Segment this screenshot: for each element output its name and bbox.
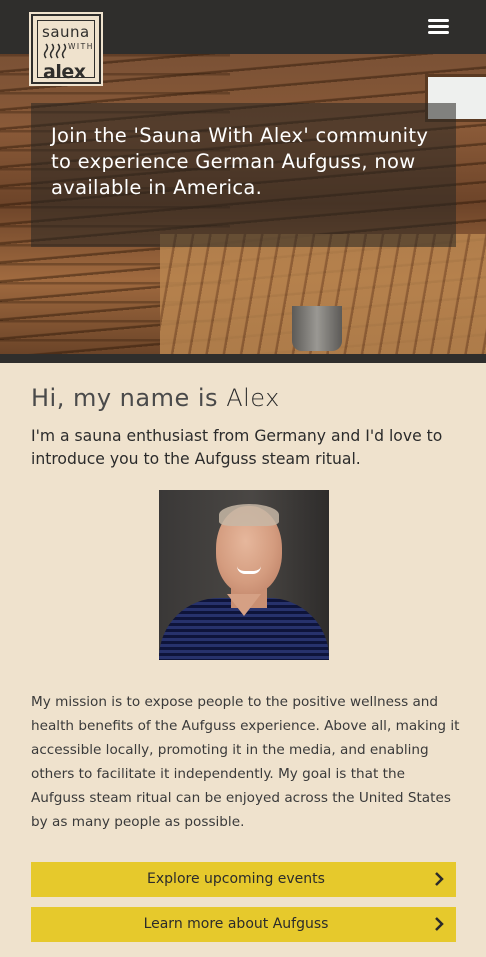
menu-bar-top: [428, 19, 449, 22]
chevron-right-icon: [435, 917, 444, 931]
steam-waves-icon: [43, 43, 67, 59]
hamburger-menu-icon[interactable]: [428, 19, 452, 39]
chevron-right-icon: [435, 872, 444, 886]
hero-divider: [0, 354, 486, 363]
logo-frame: sauna WITH alex: [37, 20, 95, 82]
learn-aufguss-label: Learn more about Aufguss: [143, 916, 329, 932]
greeting-name: Alex: [226, 384, 280, 412]
menu-bar-bottom: [428, 31, 449, 34]
alex-portrait-photo: [159, 490, 329, 660]
portrait-collar: [227, 594, 261, 616]
hero-headline: Join the 'Sauna With Alex' community to …: [51, 124, 429, 199]
sauna-bucket-image: [292, 306, 342, 351]
menu-bar-middle: [428, 25, 449, 28]
logo-word-alex: alex: [43, 61, 86, 83]
learn-aufguss-button[interactable]: Learn more about Aufguss: [31, 907, 456, 942]
logo-word-with: WITH: [68, 42, 94, 51]
explore-events-button[interactable]: Explore upcoming events: [31, 862, 456, 897]
logo-word-sauna: sauna: [42, 23, 90, 41]
intro-text: I'm a sauna enthusiast from Germany and …: [31, 427, 443, 468]
sauna-with-alex-logo[interactable]: sauna WITH alex: [31, 14, 101, 84]
explore-events-label: Explore upcoming events: [147, 871, 325, 887]
portrait-hair: [219, 504, 279, 526]
greeting-heading: Hi, my name is Alex: [31, 384, 280, 412]
greeting-prefix: Hi, my name is: [31, 384, 219, 412]
mission-text: My mission is to expose people to the po…: [31, 694, 460, 830]
